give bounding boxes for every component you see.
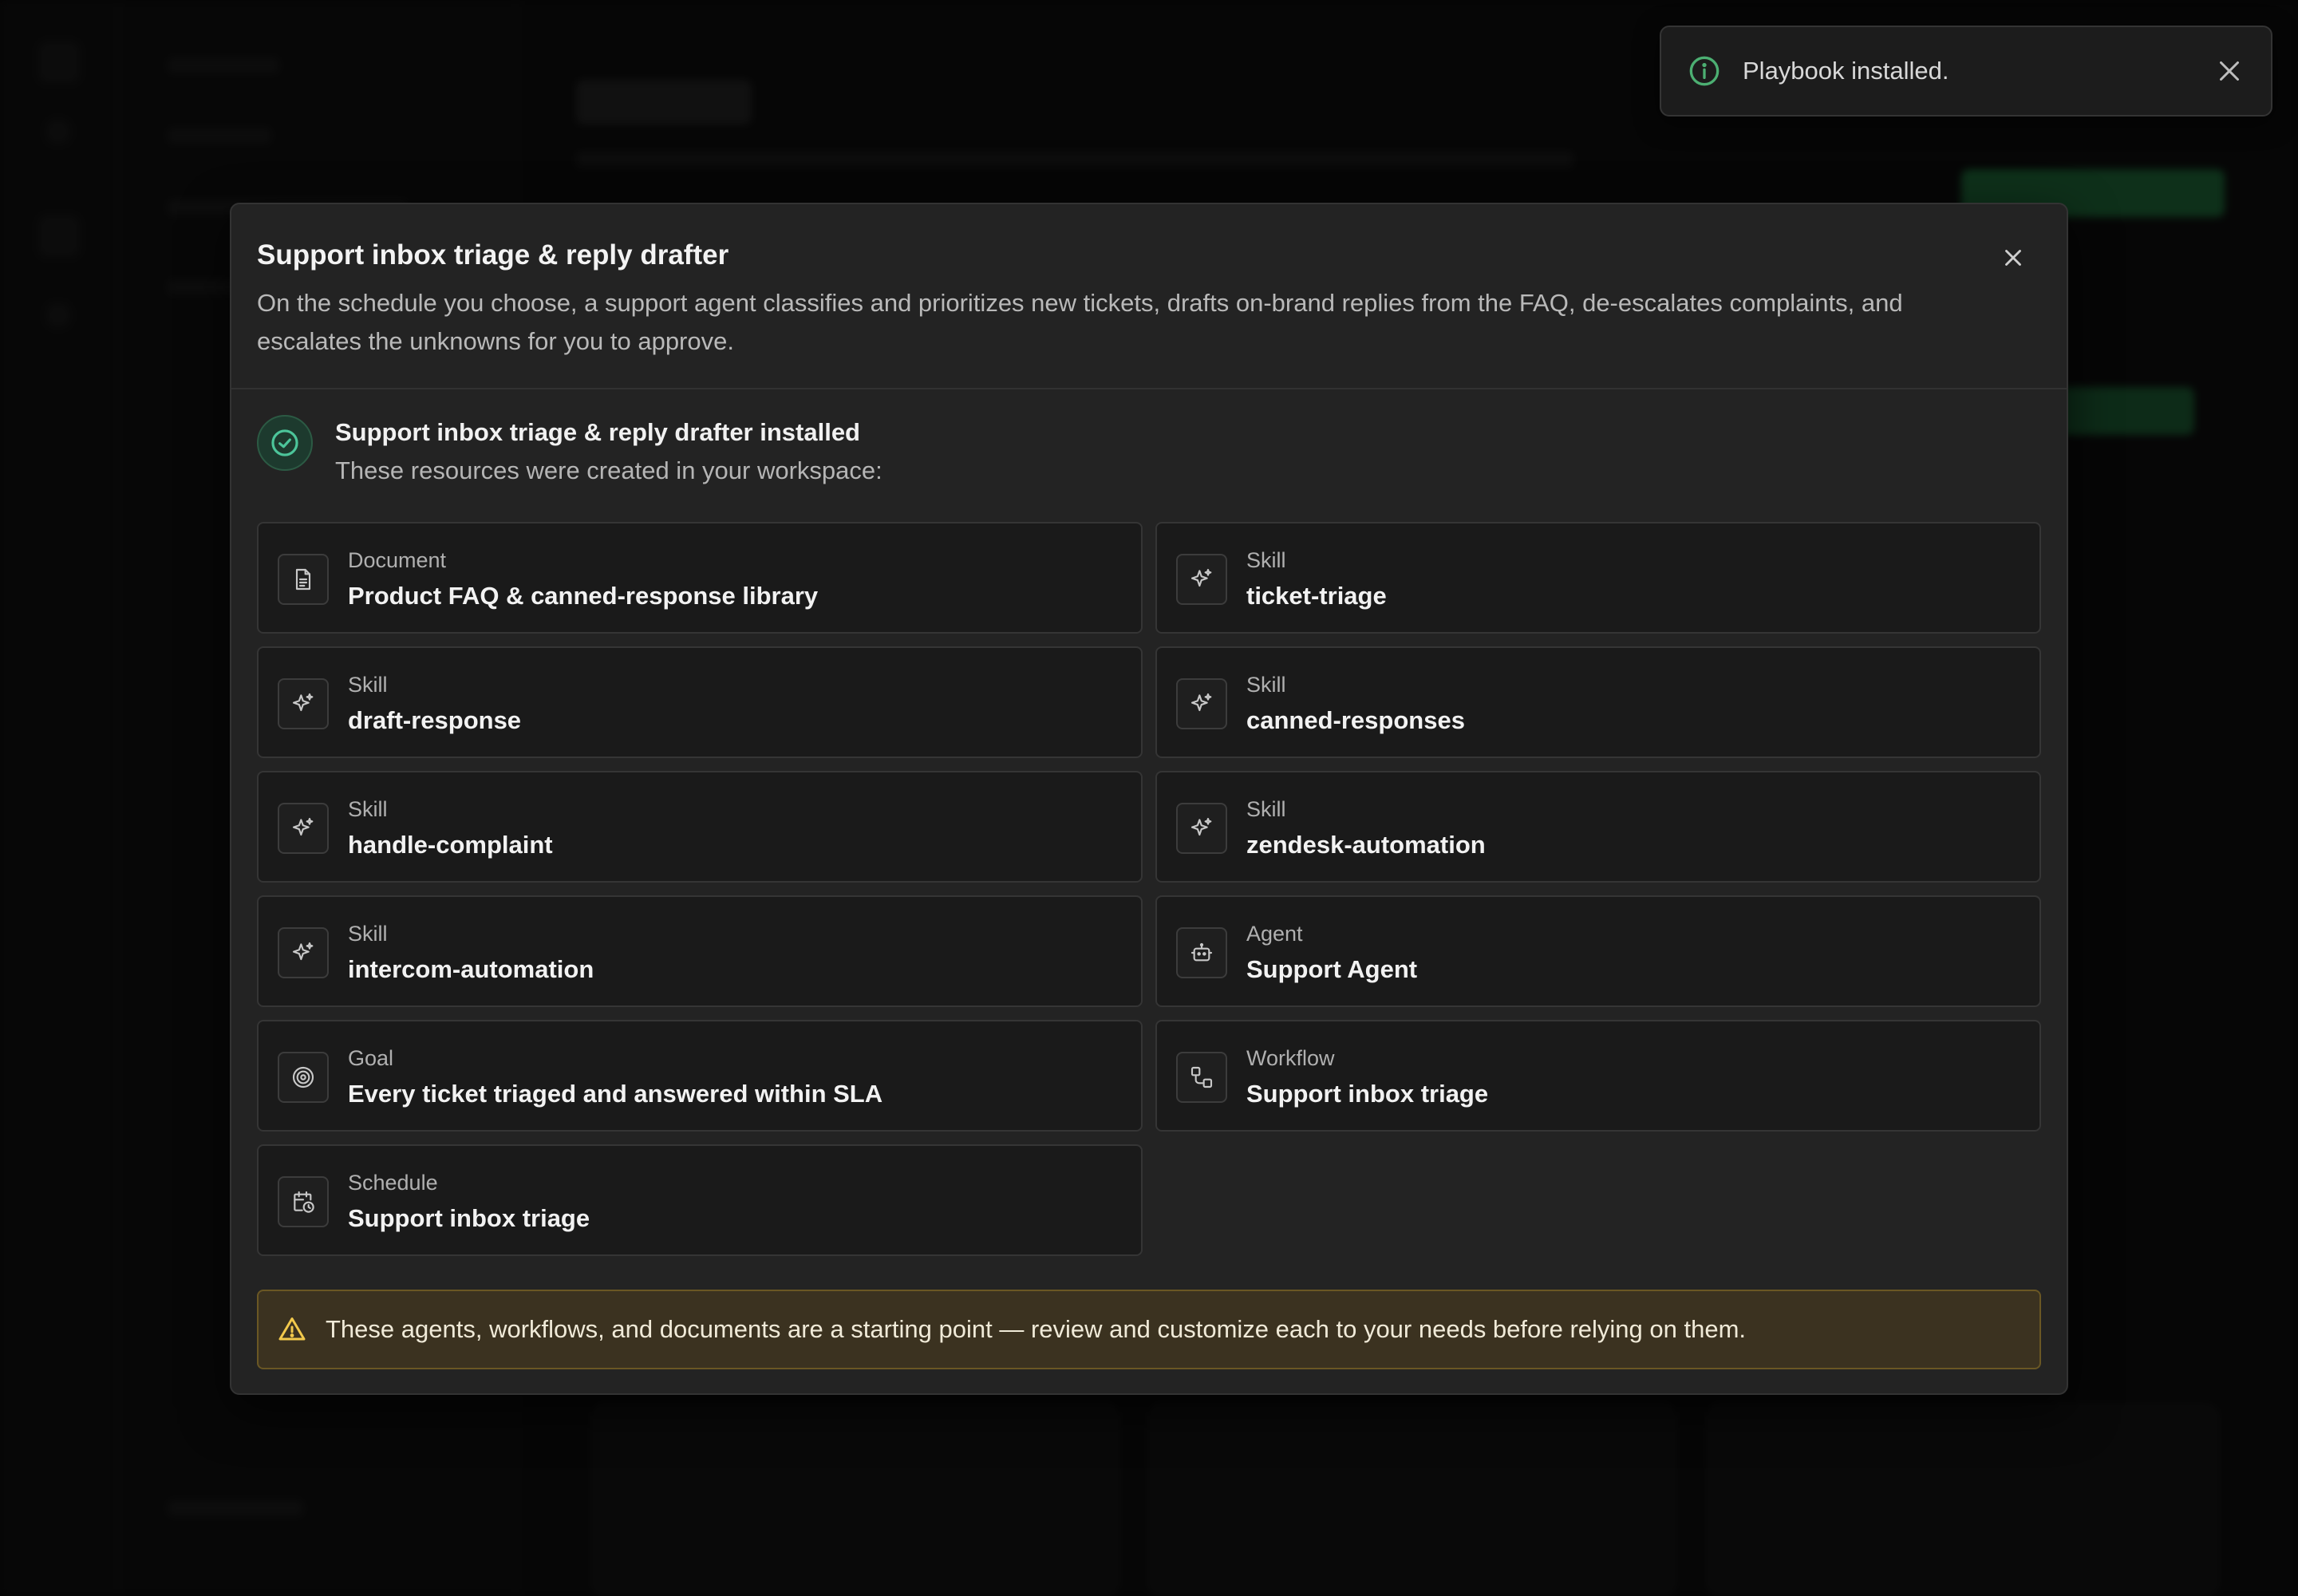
resource-name: draft-response [348,706,522,734]
resource-card-document[interactable]: Document Product FAQ & canned-response l… [257,522,1143,634]
dialog-description: On the schedule you choose, a support ag… [257,289,1903,355]
resource-name: handle-complaint [348,831,553,859]
close-icon[interactable] [2215,57,2244,85]
resource-card-skill[interactable]: Skill ticket-triage [1155,522,2041,634]
resource-name: Product FAQ & canned-response library [348,582,819,610]
toast-notification: Playbook installed. [1660,26,2272,117]
resource-type: Skill [1246,797,1286,821]
warning-icon [278,1317,306,1341]
sparkle-icon [278,678,329,729]
resource-card-goal[interactable]: Goal Every ticket triaged and answered w… [257,1020,1143,1132]
sparkle-icon [278,803,329,854]
resource-type: Schedule [348,1171,438,1195]
playbook-installed-dialog: Support inbox triage & reply drafter On … [230,203,2068,1395]
bot-icon [1176,927,1227,978]
calendar-clock-icon [278,1176,329,1227]
document-icon [278,554,329,605]
sparkle-icon [1176,678,1227,729]
resource-name: Support inbox triage [348,1204,590,1232]
check-circle-icon [257,415,313,471]
sparkle-icon [1176,803,1227,854]
resource-name: Every ticket triaged and answered within… [348,1080,883,1108]
resource-card-skill[interactable]: Skill handle-complaint [257,771,1143,883]
resource-name: Support inbox triage [1246,1080,1489,1108]
install-confirmation: Support inbox triage & reply drafter ins… [231,389,2067,514]
resource-name: Support Agent [1246,955,1418,983]
resource-type: Document [348,548,447,572]
workflow-icon [1176,1052,1227,1103]
resource-type: Skill [1246,548,1286,572]
resource-card-skill[interactable]: Skill draft-response [257,646,1143,758]
resource-type: Skill [348,797,388,821]
resource-type: Agent [1246,922,1303,946]
resource-type: Workflow [1246,1046,1335,1070]
review-warning-banner: These agents, workflows, and documents a… [257,1290,2041,1369]
resource-card-schedule[interactable]: Schedule Support inbox triage [257,1144,1143,1256]
resource-card-skill[interactable]: Skill intercom-automation [257,895,1143,1007]
resource-name: ticket-triage [1246,582,1387,610]
resource-card-skill[interactable]: Skill canned-responses [1155,646,2041,758]
resource-name: canned-responses [1246,706,1465,734]
resource-card-workflow[interactable]: Workflow Support inbox triage [1155,1020,2041,1132]
sparkle-icon [278,927,329,978]
dialog-header: Support inbox triage & reply drafter On … [231,204,2067,389]
resource-name: zendesk-automation [1246,831,1486,859]
resource-card-agent[interactable]: Agent Support Agent [1155,895,2041,1007]
dialog-title: Support inbox triage & reply drafter [257,239,729,271]
resource-card-skill[interactable]: Skill zendesk-automation [1155,771,2041,883]
resource-type: Skill [348,673,388,697]
installed-title: Support inbox triage & reply drafter ins… [335,418,860,446]
resource-name: intercom-automation [348,955,594,983]
close-icon[interactable] [2000,244,2027,271]
toast-message: Playbook installed. [1743,57,1949,85]
warning-text: These agents, workflows, and documents a… [326,1315,1747,1343]
target-icon [278,1052,329,1103]
installed-subtitle: These resources were created in your wor… [335,456,882,484]
resource-type: Skill [1246,673,1286,697]
resource-type: Goal [348,1046,394,1070]
resource-type: Skill [348,922,388,946]
info-icon [1689,56,1720,86]
sparkle-icon [1176,554,1227,605]
